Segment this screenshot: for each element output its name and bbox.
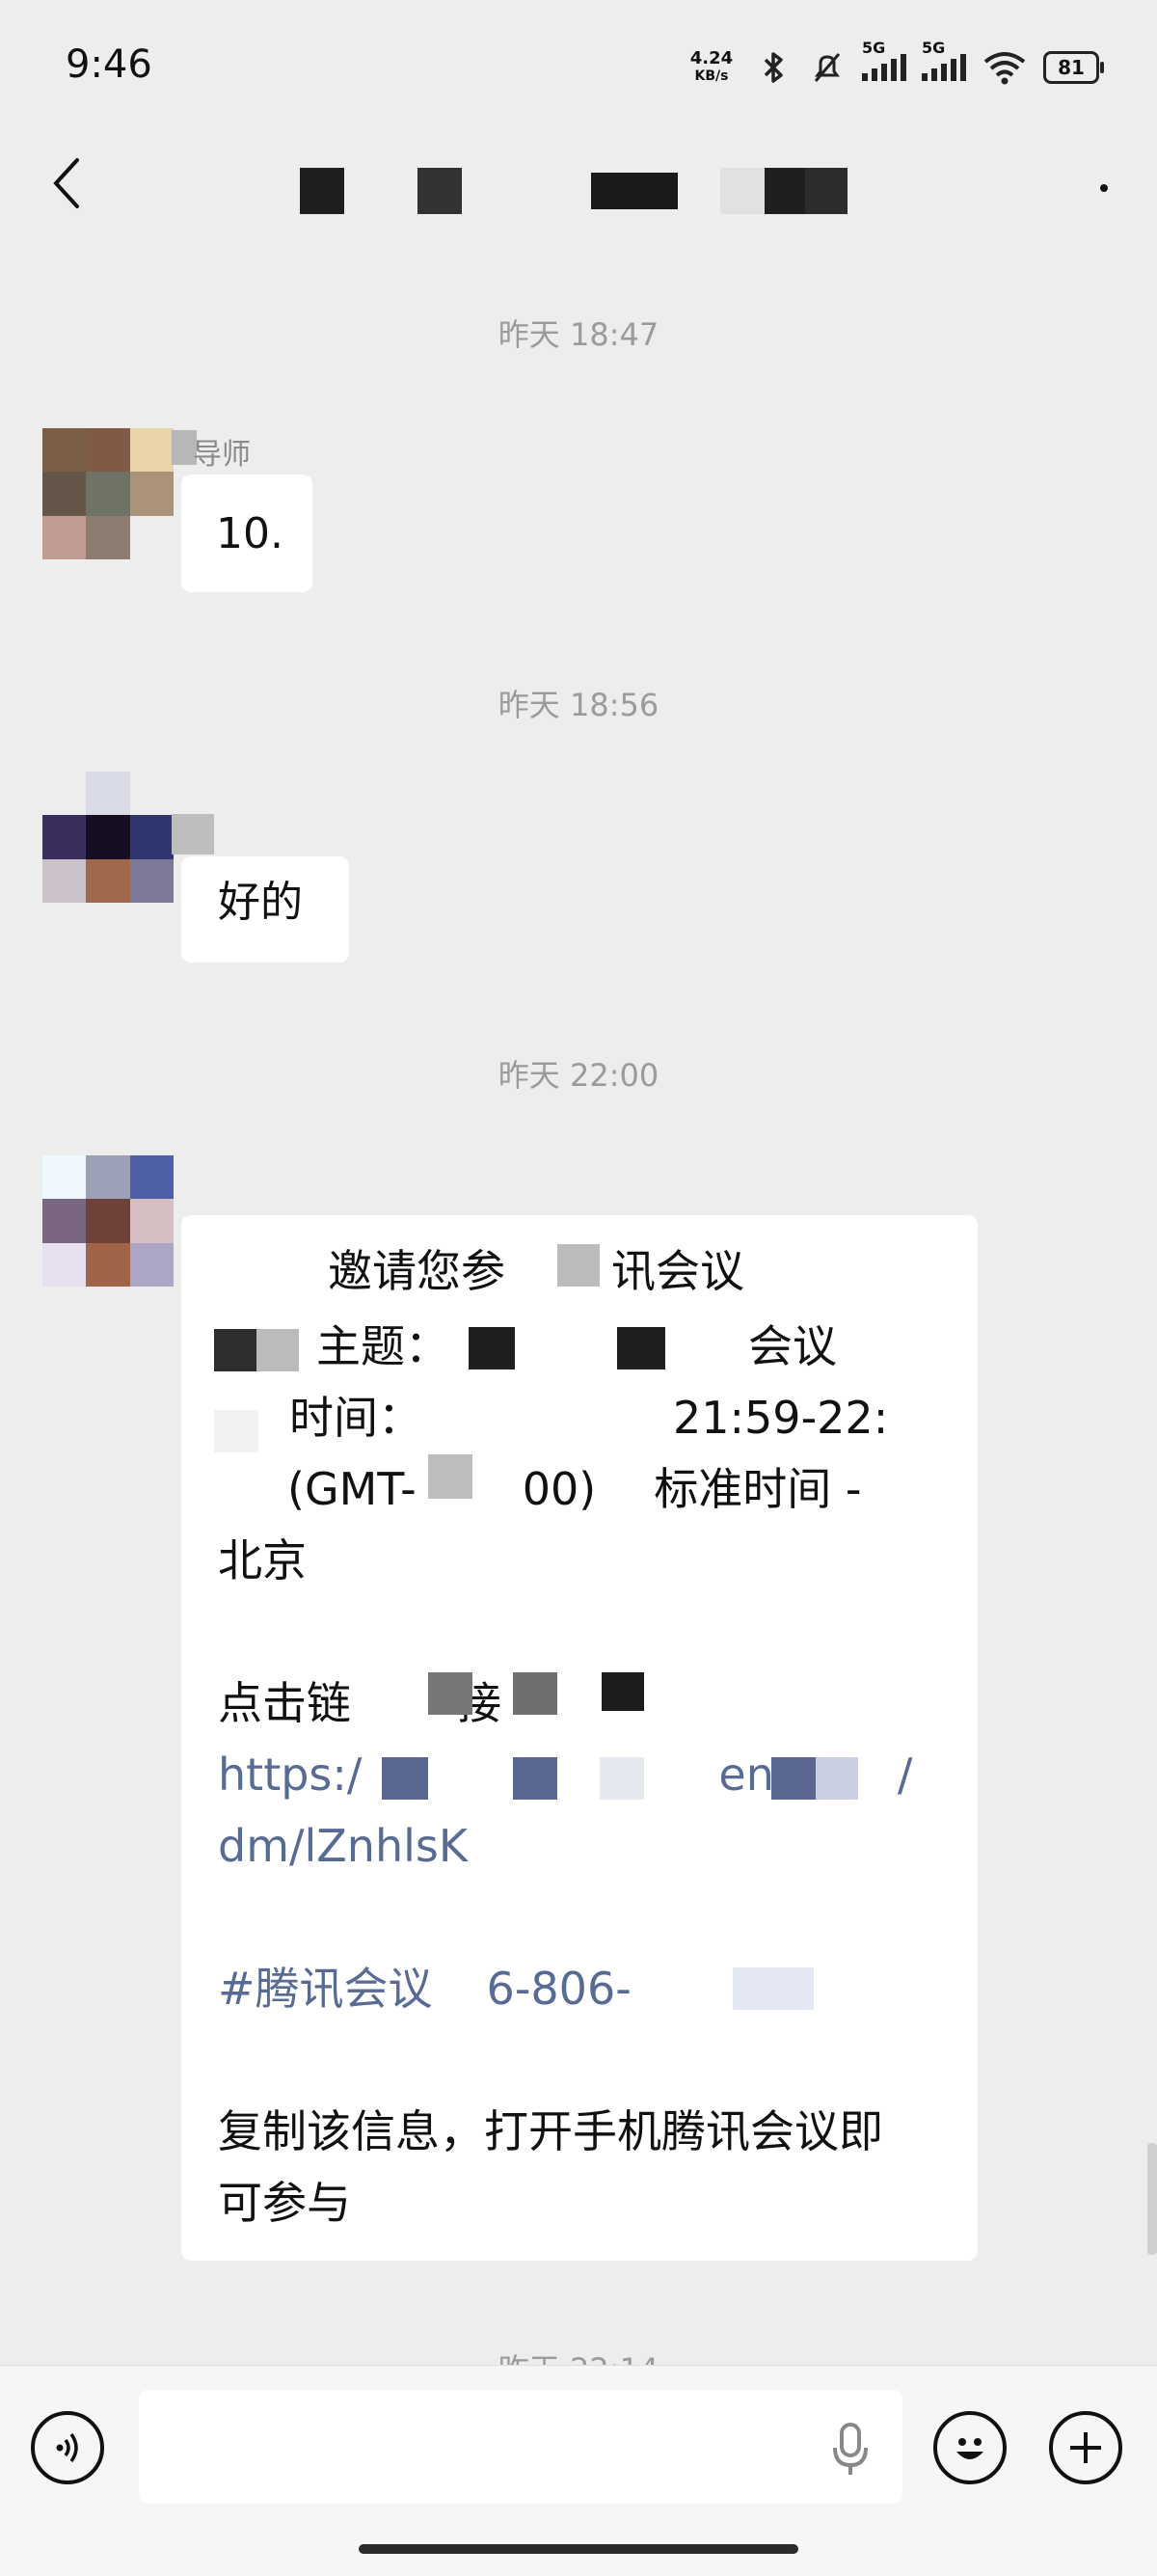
avatar[interactable] bbox=[42, 772, 174, 903]
redaction-block bbox=[214, 1410, 258, 1452]
timestamp: 昨天 18:47 bbox=[498, 316, 659, 353]
avatar[interactable] bbox=[42, 1155, 174, 1287]
voice-wave-icon bbox=[56, 2432, 78, 2463]
chat-title-redacted bbox=[294, 164, 848, 218]
redaction-block bbox=[382, 1757, 428, 1800]
invite-line-10: 复制该信息，打开手机腾讯会议即 bbox=[218, 2105, 883, 2157]
redaction-block bbox=[602, 1672, 644, 1711]
invite-line-1: 邀请您参 讯会议 bbox=[328, 1245, 744, 1297]
network-speed: 4.24 KB/s bbox=[685, 50, 739, 85]
meeting-id-line[interactable]: #腾讯会议 6-806- bbox=[218, 1964, 632, 2014]
scrollbar[interactable] bbox=[1147, 2143, 1157, 2255]
meeting-link-line-2[interactable]: dm/lZnhlsK bbox=[218, 1821, 468, 1871]
invite-line-5: 北京 bbox=[218, 1534, 307, 1586]
chevron-left-icon bbox=[53, 158, 79, 208]
invite-line-4: (GMT- 00) 标准时间 - bbox=[287, 1463, 862, 1515]
battery-indicator: 81 bbox=[1043, 51, 1104, 84]
redaction-block bbox=[256, 1329, 299, 1371]
mute-bell-icon bbox=[814, 53, 841, 82]
bluetooth-icon bbox=[764, 52, 783, 83]
sender-name: 导师 bbox=[193, 438, 251, 472]
redaction-block bbox=[214, 1329, 256, 1371]
message-text: 好的 bbox=[218, 878, 303, 927]
invite-line-3: 时间： 21:59-22: bbox=[289, 1392, 889, 1444]
redaction-block bbox=[428, 1454, 472, 1499]
message-bubble[interactable]: 10. bbox=[181, 475, 312, 592]
status-time: 9:46 bbox=[66, 42, 152, 87]
network-speed-value: 4.24 bbox=[689, 48, 734, 68]
plus-circle-icon bbox=[1070, 2432, 1101, 2463]
emoji-smile-icon bbox=[956, 2438, 983, 2459]
emoji-button[interactable] bbox=[933, 2411, 1007, 2484]
back-button[interactable] bbox=[39, 145, 96, 222]
signal-sim1-icon: 5G bbox=[862, 39, 906, 81]
message-text: 10. bbox=[216, 509, 283, 558]
redaction-block bbox=[816, 1757, 858, 1800]
redaction-block bbox=[428, 1672, 472, 1715]
redaction-block bbox=[600, 1757, 644, 1800]
avatar[interactable] bbox=[42, 428, 174, 559]
meeting-invite-bubble[interactable] bbox=[181, 1215, 978, 2261]
more-dots-icon bbox=[1100, 184, 1108, 192]
network-speed-unit: KB/s bbox=[694, 68, 729, 84]
sim1-type: 5G bbox=[862, 39, 886, 57]
timestamp: 昨天 22:00 bbox=[498, 1057, 659, 1094]
home-indicator[interactable] bbox=[359, 2544, 798, 2554]
invite-line-2: 主题： 会议 bbox=[316, 1320, 837, 1372]
avatar-redaction bbox=[172, 814, 214, 854]
redaction-block bbox=[513, 1672, 557, 1715]
redaction-block bbox=[617, 1327, 665, 1369]
message-input[interactable] bbox=[139, 2390, 902, 2504]
message-bubble[interactable]: 好的 bbox=[181, 856, 349, 963]
redaction-block bbox=[557, 1244, 600, 1287]
wifi-icon bbox=[983, 52, 1026, 85]
status-icons: 4.24 KB/s 5G 5G 81 bbox=[685, 39, 1104, 87]
redaction-block bbox=[733, 1967, 814, 2010]
microphone-button[interactable] bbox=[825, 2419, 875, 2481]
redaction-block bbox=[771, 1757, 816, 1800]
sim2-type: 5G bbox=[922, 39, 946, 57]
timestamp: 昨天 18:56 bbox=[498, 687, 659, 723]
invite-line-11: 可参与 bbox=[218, 2177, 351, 2229]
more-button[interactable] bbox=[1070, 154, 1138, 222]
voice-input-button[interactable] bbox=[31, 2411, 104, 2484]
more-functions-button[interactable] bbox=[1049, 2411, 1122, 2484]
redaction-block bbox=[513, 1757, 557, 1800]
signal-sim2-icon: 5G bbox=[922, 39, 966, 81]
redaction-block bbox=[469, 1327, 515, 1369]
microphone-icon bbox=[833, 2423, 868, 2475]
